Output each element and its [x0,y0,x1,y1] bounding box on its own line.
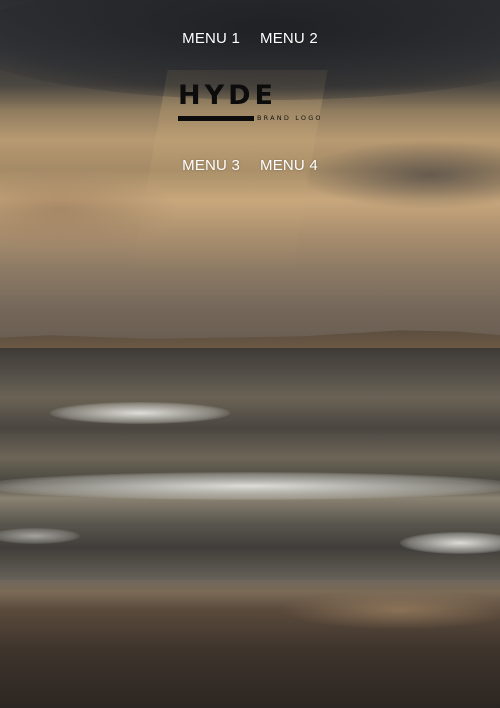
wave [50,402,230,424]
menu-3-link[interactable]: MENU 3 [182,157,240,174]
brand-tagline: BRAND LOGO [257,114,323,122]
brand-logo[interactable]: HYDE BRAND LOGO [178,82,338,126]
brand-name: HYDE [178,80,278,111]
menu-1-link[interactable]: MENU 1 [182,30,240,47]
menu-2-link[interactable]: MENU 2 [260,30,318,47]
bottom-menu: MENU 3 MENU 4 [0,157,500,174]
top-menu: MENU 1 MENU 2 [0,30,500,47]
brand-underline-bar [178,116,254,121]
menu-4-link[interactable]: MENU 4 [260,157,318,174]
wave [0,472,500,500]
